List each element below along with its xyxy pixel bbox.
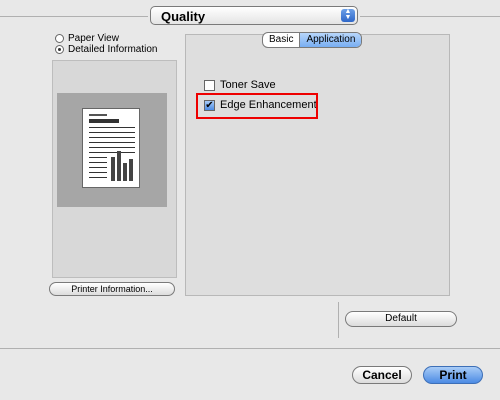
document-preview-icon: [82, 108, 140, 188]
top-divider-left: [0, 16, 148, 17]
quality-popup[interactable]: Quality ▲ ▼: [150, 6, 358, 25]
quality-popup-label: Quality: [161, 9, 206, 24]
radio-detailed-information-label: Detailed Information: [68, 44, 158, 55]
tab-bar: Basic Application: [262, 32, 363, 48]
bottom-divider: [0, 348, 500, 349]
highlight-box: [196, 93, 318, 119]
cancel-button[interactable]: Cancel: [352, 366, 412, 384]
toner-save-label: Toner Save: [220, 79, 276, 91]
printer-information-button[interactable]: Printer Information...: [49, 282, 175, 296]
print-button[interactable]: Print: [423, 366, 483, 384]
radio-detailed-information[interactable]: Detailed Information: [55, 44, 158, 55]
tab-basic[interactable]: Basic: [263, 33, 299, 47]
tab-application[interactable]: Application: [299, 33, 362, 47]
radio-paper-view-label: Paper View: [68, 33, 119, 44]
radio-icon: [55, 34, 64, 43]
updown-arrows-icon: ▲ ▼: [341, 8, 355, 22]
settings-panel: [185, 34, 450, 296]
default-button[interactable]: Default: [345, 311, 457, 327]
radio-paper-view[interactable]: Paper View: [55, 33, 119, 44]
toner-save-option[interactable]: Toner Save: [204, 79, 276, 91]
default-separator: [338, 302, 339, 338]
toner-save-checkbox[interactable]: [204, 79, 215, 91]
top-divider-right: [360, 16, 500, 17]
radio-selected-icon: [55, 45, 64, 54]
